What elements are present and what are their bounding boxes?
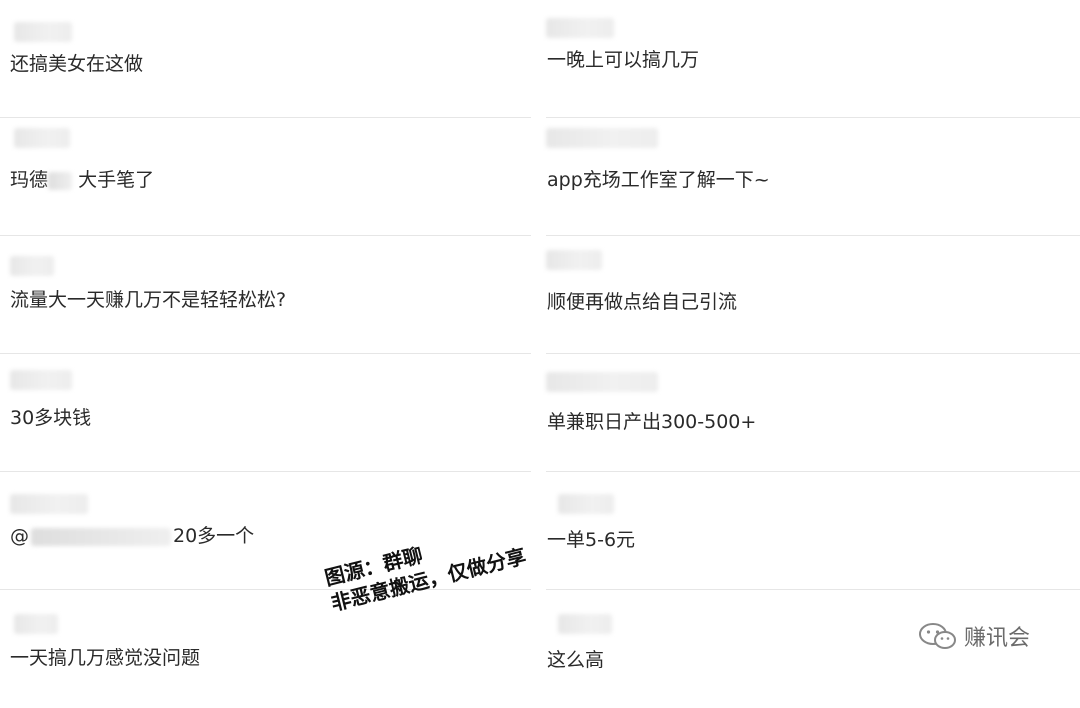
comment-column-right: 一晚上可以搞几万 app充场工作室了解一下~ 顺便再做点给自己引流 单兼职日产出… [540,0,1080,708]
wechat-icon [919,623,956,649]
blurred-username [558,614,612,634]
comment-column-left: 还搞美女在这做 玛德 大手笔了 流量大一天赚几万不是轻轻松松? 30多块钱 @2… [0,0,531,708]
comment-text: @20多一个 [10,524,254,548]
comment-text: 流量大一天赚几万不是轻轻松松? [10,289,287,311]
blurred-username [546,250,602,270]
blurred-username [546,18,614,38]
blurred-username [10,256,54,276]
comment-text-part: 20多一个 [173,525,255,547]
comment-item: 还搞美女在这做 [0,0,531,118]
comment-text-part: 大手笔了 [78,169,155,191]
blurred-username [10,494,88,514]
brand-name: 赚讯会 [964,626,1031,651]
comment-text: app充场工作室了解一下~ [547,169,770,191]
comment-item: app充场工作室了解一下~ [546,118,1080,236]
comment-item: 一单5-6元 [546,472,1080,590]
comment-item: 一晚上可以搞几万 [546,0,1080,118]
comment-text: 还搞美女在这做 [10,53,144,75]
blurred-username [14,614,58,634]
comment-text: 一单5-6元 [547,529,636,551]
comment-text: 一晚上可以搞几万 [547,49,700,71]
comment-item: 玛德 大手笔了 [0,118,531,236]
comment-text: 顺便再做点给自己引流 [547,291,738,313]
comment-text-part: 玛德 [10,169,49,191]
mention-symbol: @ [10,525,29,547]
comment-text: 一天搞几万感觉没问题 [10,647,201,669]
comment-item: 单兼职日产出300-500+ [546,354,1080,472]
blurred-username [14,22,72,42]
blurred-word [48,171,73,190]
comment-text: 单兼职日产出300-500+ [547,411,757,433]
comment-text: 30多块钱 [10,407,92,429]
comment-text: 这么高 [547,649,605,671]
blurred-mention [31,527,171,546]
blurred-username [558,494,614,514]
blurred-username [10,370,72,390]
blurred-username [546,372,658,392]
comment-text: 玛德 大手笔了 [10,168,154,192]
blurred-username [14,128,70,148]
comment-item: 一天搞几万感觉没问题 [0,590,531,708]
comment-item: 顺便再做点给自己引流 [546,236,1080,354]
blurred-username [546,128,658,148]
comment-item: 30多块钱 [0,354,531,472]
brand-signature: 赚讯会 [918,620,1030,652]
comment-item: 流量大一天赚几万不是轻轻松松? [0,236,531,354]
